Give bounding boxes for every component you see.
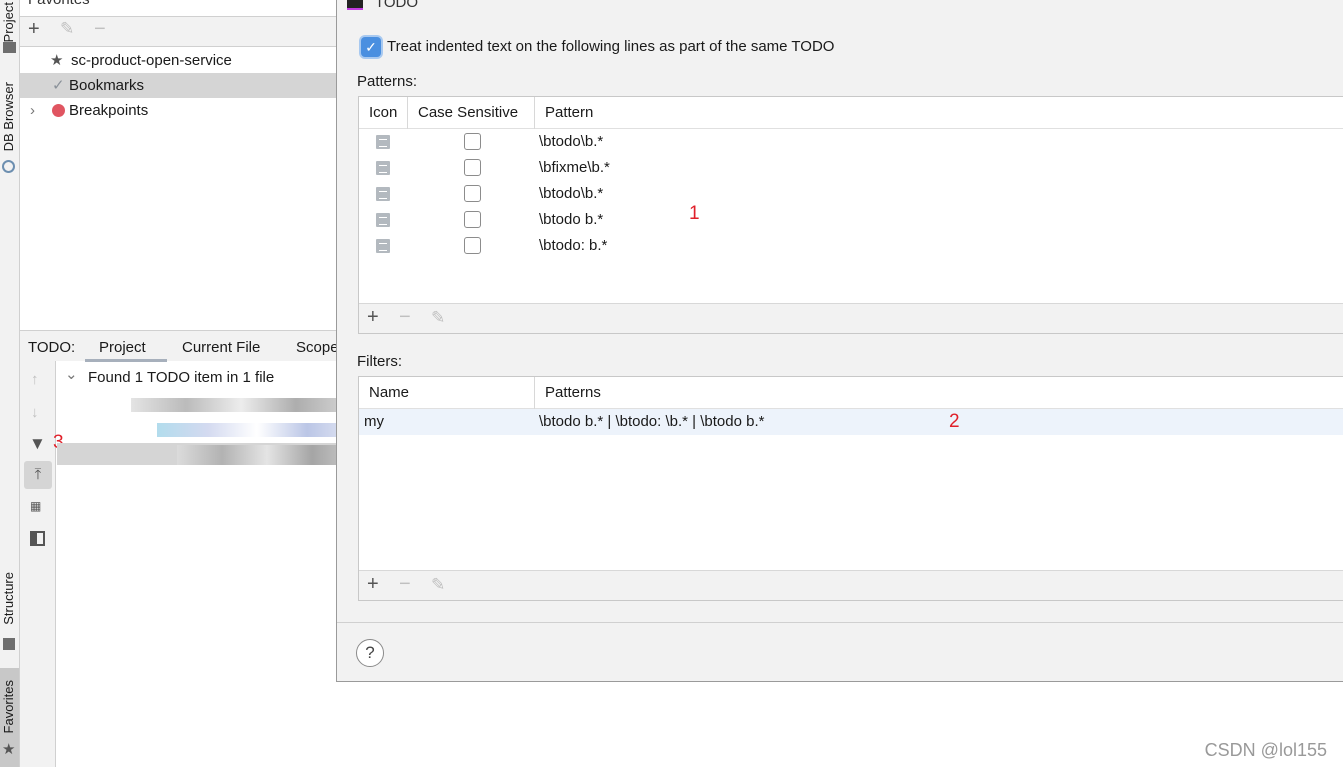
dialog-title: TODO — [375, 0, 419, 11]
db-browser-icon — [2, 160, 15, 173]
tab-db-browser[interactable]: DB Browser — [1, 82, 16, 151]
pattern-text: \btodo: b.* — [539, 237, 608, 254]
chevron-right-icon[interactable]: › — [30, 98, 35, 123]
item-label: sc-product-open-service — [71, 52, 232, 69]
column-case-sensitive[interactable]: Case Sensitive — [408, 97, 535, 129]
pattern-row[interactable]: \btodo\b.* — [359, 181, 1343, 207]
item-label: Breakpoints — [69, 102, 149, 119]
arrow-down-icon[interactable]: ↓ — [31, 404, 39, 421]
list-item[interactable]: ✓ Bookmarks — [20, 73, 336, 98]
todo-icon[interactable] — [376, 187, 390, 201]
favorites-title: Favorites — [28, 0, 90, 8]
filter-patterns: \btodo b.* | \btodo: \b.* | \btodo b.* — [539, 413, 765, 430]
filters-table: Name Patterns my \btodo b.* | \btodo: \b… — [358, 376, 1343, 601]
breakpoint-dot-icon — [52, 104, 65, 117]
remove-icon[interactable]: − — [94, 18, 106, 41]
remove-filter-icon[interactable]: − — [399, 573, 411, 596]
todo-icon[interactable] — [376, 213, 390, 227]
case-sensitive-checkbox[interactable] — [464, 133, 481, 150]
filter-name: my — [364, 413, 384, 430]
column-name[interactable]: Name — [359, 377, 535, 409]
list-item[interactable]: › Breakpoints — [20, 98, 336, 123]
ide-logo-icon — [347, 0, 363, 10]
tab-scope[interactable]: Scope — [296, 339, 336, 356]
folder-icon — [3, 42, 16, 53]
list-item[interactable]: ★ sc-product-open-service — [20, 48, 336, 73]
tab-current-file[interactable]: Current File — [182, 339, 260, 356]
star-icon: ★ — [2, 741, 16, 758]
add-icon[interactable]: + — [28, 18, 40, 41]
check-icon: ✓ — [52, 77, 65, 94]
favorites-panel: Favorites + ✎ − ★ sc-product-open-servic… — [20, 0, 357, 767]
pattern-row[interactable]: \btodo\b.* — [359, 129, 1343, 155]
preview-icon[interactable] — [30, 531, 45, 546]
remove-pattern-icon[interactable]: − — [399, 306, 411, 329]
treat-indented-checkbox[interactable]: ✓ — [361, 37, 381, 57]
redacted-module — [131, 398, 351, 412]
filters-label: Filters: — [357, 353, 402, 370]
column-pattern[interactable]: Pattern — [535, 97, 1343, 129]
filters-toolbar: + − ✎ — [359, 570, 1343, 600]
annotation-2: 2 — [949, 411, 960, 432]
case-sensitive-checkbox[interactable] — [464, 237, 481, 254]
pattern-row[interactable]: \btodo: b.* — [359, 233, 1343, 259]
todo-settings-dialog: TODO ✓ Treat indented text on the follow… — [336, 0, 1343, 682]
add-filter-icon[interactable]: + — [367, 573, 379, 596]
filter-row[interactable]: my \btodo b.* | \btodo: \b.* | \btodo b.… — [359, 409, 1343, 435]
pattern-text: \btodo b.* — [539, 211, 604, 228]
patterns-table: Icon Case Sensitive Pattern \btodo\b.* \… — [358, 96, 1343, 334]
active-tab-indicator — [85, 359, 167, 362]
tab-project[interactable]: Project — [99, 339, 146, 356]
star-icon: ★ — [50, 52, 64, 69]
pattern-text: \btodo\b.* — [539, 133, 604, 150]
tab-favorites[interactable]: Favorites — [1, 680, 16, 733]
todo-toolbar: ↑ ↓ ▼ ⤒ ▦ — [20, 361, 56, 767]
patterns-toolbar: + − ✎ — [359, 303, 1343, 333]
todo-summary: Found 1 TODO item in 1 file — [88, 369, 275, 386]
structure-icon — [3, 638, 15, 650]
watermark: CSDN @lol155 — [1204, 740, 1327, 760]
todo-icon[interactable] — [376, 135, 390, 149]
item-label: Bookmarks — [69, 77, 145, 94]
pattern-row[interactable]: \btodo b.* — [359, 207, 1343, 233]
redacted-file — [157, 423, 357, 437]
pattern-text: \bfixme\b.* — [539, 159, 610, 176]
todo-icon[interactable] — [376, 239, 390, 253]
add-pattern-icon[interactable]: + — [367, 306, 379, 329]
case-sensitive-checkbox[interactable] — [464, 185, 481, 202]
divider — [337, 622, 1343, 623]
case-sensitive-checkbox[interactable] — [464, 159, 481, 176]
todo-tabbar: TODO: Project Current File Scope — [20, 330, 336, 362]
edit-pattern-icon[interactable]: ✎ — [431, 308, 445, 328]
treat-indented-label: Treat indented text on the following lin… — [387, 38, 835, 55]
patterns-header: Icon Case Sensitive Pattern — [359, 97, 1343, 129]
patterns-label: Patterns: — [357, 73, 418, 90]
pattern-row[interactable]: \bfixme\b.* — [359, 155, 1343, 181]
filters-header: Name Patterns — [359, 377, 1343, 409]
annotation-1: 1 — [689, 203, 700, 224]
group-by-icon[interactable]: ▦ — [30, 499, 41, 513]
filter-icon[interactable]: ▼ — [29, 434, 46, 454]
help-button[interactable]: ? — [356, 639, 384, 667]
pattern-text: \btodo\b.* — [539, 185, 604, 202]
autoscroll-icon[interactable]: ⤒ — [24, 461, 52, 489]
favorites-toolbar: + ✎ − — [20, 16, 336, 47]
edit-icon[interactable]: ✎ — [60, 19, 74, 39]
edit-filter-icon[interactable]: ✎ — [431, 575, 445, 595]
column-icon[interactable]: Icon — [359, 97, 408, 129]
column-patterns[interactable]: Patterns — [535, 377, 1343, 409]
tab-structure[interactable]: Structure — [1, 572, 16, 625]
todo-icon[interactable] — [376, 161, 390, 175]
case-sensitive-checkbox[interactable] — [464, 211, 481, 228]
tool-window-strip: Project DB Browser Structure Favorites ★ — [0, 0, 20, 767]
todo-label: TODO: — [28, 339, 76, 356]
tab-project[interactable]: Project — [1, 2, 16, 42]
redacted-todo — [177, 445, 357, 465]
arrow-up-icon[interactable]: ↑ — [31, 371, 39, 388]
chevron-down-icon[interactable]: ⌄ — [65, 365, 78, 383]
